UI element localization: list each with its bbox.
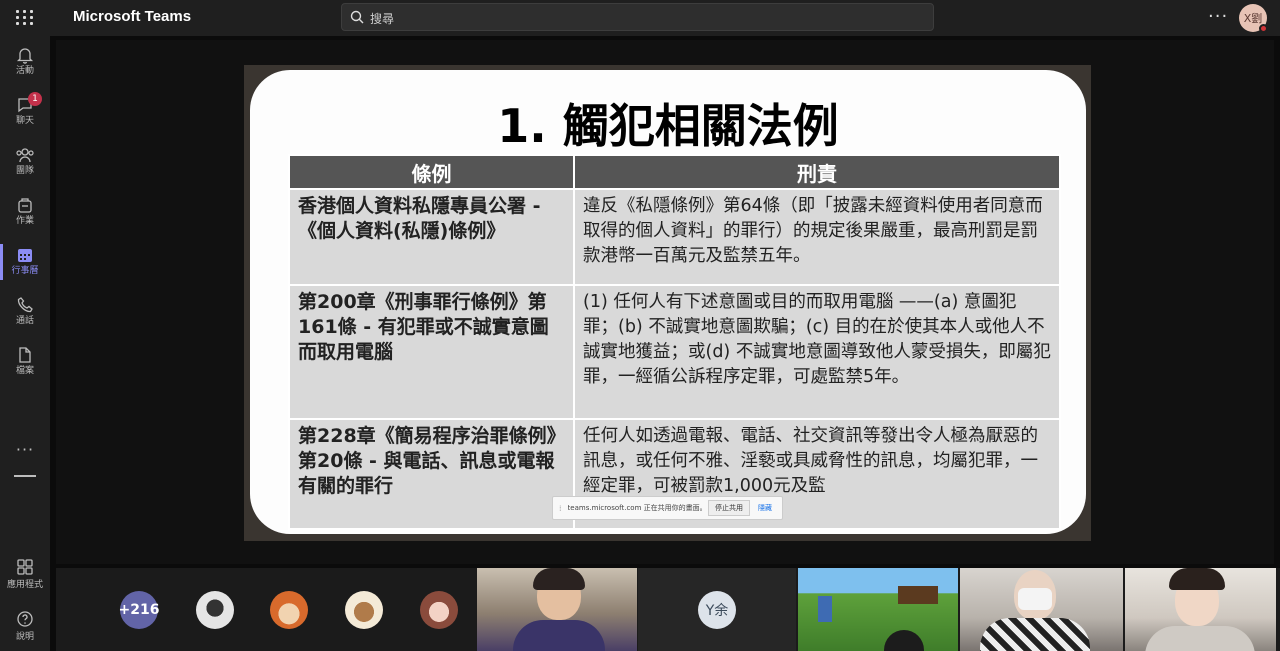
ordinance-cell: 香港個人資料私隱專員公署 - 《個人資料(私隱)條例》 <box>288 188 575 286</box>
rail-item-teams[interactable]: 團隊 <box>0 140 50 184</box>
app-rail: 活動 聊天 1 團隊 作業 行事曆 通話 檔案 ··· 應用程式 說明 <box>0 36 50 651</box>
teams-icon <box>16 148 34 163</box>
table-row: 香港個人資料私隱專員公署 - 《個人資料(私隱)條例》 違反《私隱條例》第64條… <box>288 188 1061 286</box>
rail-item-calls[interactable]: 通話 <box>0 290 50 334</box>
search-input[interactable]: 搜尋 <box>341 3 934 31</box>
participant-hair <box>1169 568 1225 590</box>
rail-item-activity[interactable]: 活動 <box>0 40 50 84</box>
file-icon <box>19 347 31 363</box>
participant-video[interactable] <box>477 568 637 651</box>
user-initials: X劉 <box>1243 12 1263 25</box>
participant-hair <box>884 630 924 651</box>
participants-strip: +216 Y余 <box>56 568 1280 651</box>
app-launcher-icon[interactable] <box>14 6 36 28</box>
calendar-icon <box>18 249 32 262</box>
user-avatar[interactable]: X劉 <box>1239 4 1268 33</box>
participant-avatar: Y余 <box>698 591 736 629</box>
rail-item-label: 活動 <box>15 66 34 76</box>
face-mask <box>1018 588 1052 610</box>
rail-item-label: 檔案 <box>15 366 34 376</box>
participant-body <box>980 618 1090 651</box>
ordinance-cell: 第200章《刑事罪行條例》第161條 - 有犯罪或不誠實意圖而取用電腦 <box>288 284 575 420</box>
rail-item-label: 作業 <box>15 216 34 226</box>
rail-item-label: 行事曆 <box>11 266 39 276</box>
rail-item-label: 通話 <box>15 316 34 326</box>
rail-item-assignments[interactable]: 作業 <box>0 190 50 234</box>
overflow-participants-button[interactable]: +216 <box>119 591 159 629</box>
status-badge <box>1259 24 1268 33</box>
phone-icon <box>17 297 33 313</box>
assignments-icon <box>18 198 32 213</box>
title-bar: Microsoft Teams 搜尋 ··· X劉 <box>0 0 1280 36</box>
rail-item-apps[interactable]: 應用程式 <box>0 558 50 591</box>
app-title: Microsoft Teams <box>73 8 192 25</box>
penalty-cell: (1) 任何人有下述意圖或目的而取用電腦 ——(a) 意圖犯罪；(b) 不誠實地… <box>573 284 1061 420</box>
drag-handle-icon[interactable]: ⁞ <box>559 504 562 513</box>
apps-icon <box>17 559 33 575</box>
rail-item-chat[interactable]: 聊天 1 <box>0 90 50 134</box>
screen-share-toast: ⁞ teams.microsoft.com 正在共用你的畫面。 停止共用 隱藏 <box>552 496 783 520</box>
rail-divider <box>14 475 36 477</box>
column-header-ordinance: 條例 <box>288 154 575 190</box>
rail-item-label: 應用程式 <box>6 580 43 590</box>
rail-item-label: 聊天 <box>15 116 34 126</box>
chat-unread-badge: 1 <box>28 92 42 106</box>
table-header-row: 條例 刑責 <box>288 154 1061 190</box>
participant-tile[interactable]: Y余 <box>638 568 796 651</box>
participant-hair <box>533 568 585 590</box>
more-options-button[interactable]: ··· <box>1208 6 1228 27</box>
ordinance-cell: 第228章《簡易程序治罪條例》第20條 - 與電話、訊息或電報有關的罪行 <box>288 418 575 530</box>
rail-item-label: 說明 <box>15 632 34 642</box>
penalty-cell: 違反《私隱條例》第64條（即「披露未經資料使用者同意而取得的個人資料」的罪行）的… <box>573 188 1061 286</box>
participant-avatar[interactable] <box>270 591 308 629</box>
law-table: 條例 刑責 香港個人資料私隱專員公署 - 《個人資料(私隱)條例》 違反《私隱條… <box>288 154 1061 530</box>
slide-title: 1. 觸犯相關法例 <box>497 99 839 153</box>
participant-body <box>1145 626 1255 651</box>
share-message: teams.microsoft.com 正在共用你的畫面。 <box>567 504 707 512</box>
rail-item-label: 團隊 <box>15 166 34 176</box>
game-block <box>898 586 938 604</box>
stop-sharing-button[interactable]: 停止共用 <box>708 500 750 516</box>
participant-video[interactable] <box>960 568 1123 651</box>
hide-button[interactable]: 隱藏 <box>758 503 772 513</box>
rail-item-files[interactable]: 檔案 <box>0 340 50 384</box>
search-icon <box>350 10 364 24</box>
participant-avatar[interactable] <box>420 591 458 629</box>
participant-avatar[interactable] <box>345 591 383 629</box>
search-placeholder: 搜尋 <box>370 12 395 26</box>
participant-video[interactable] <box>798 568 958 651</box>
participant-video[interactable] <box>1125 568 1276 651</box>
bell-icon <box>16 48 34 64</box>
presentation-slide: 1. 觸犯相關法例 條例 刑責 香港個人資料私隱專員公署 - 《個人資料(私隱)… <box>250 70 1086 534</box>
rail-item-help[interactable]: 說明 <box>0 610 50 643</box>
more-apps-button[interactable]: ··· <box>0 440 50 459</box>
rail-item-calendar[interactable]: 行事曆 <box>0 240 50 284</box>
column-header-penalty: 刑責 <box>573 154 1061 190</box>
participant-body <box>513 620 605 651</box>
help-icon <box>17 611 33 627</box>
table-row: 第200章《刑事罪行條例》第161條 - 有犯罪或不誠實意圖而取用電腦 (1) … <box>288 284 1061 420</box>
participant-avatar[interactable] <box>196 591 234 629</box>
game-character <box>818 596 832 622</box>
